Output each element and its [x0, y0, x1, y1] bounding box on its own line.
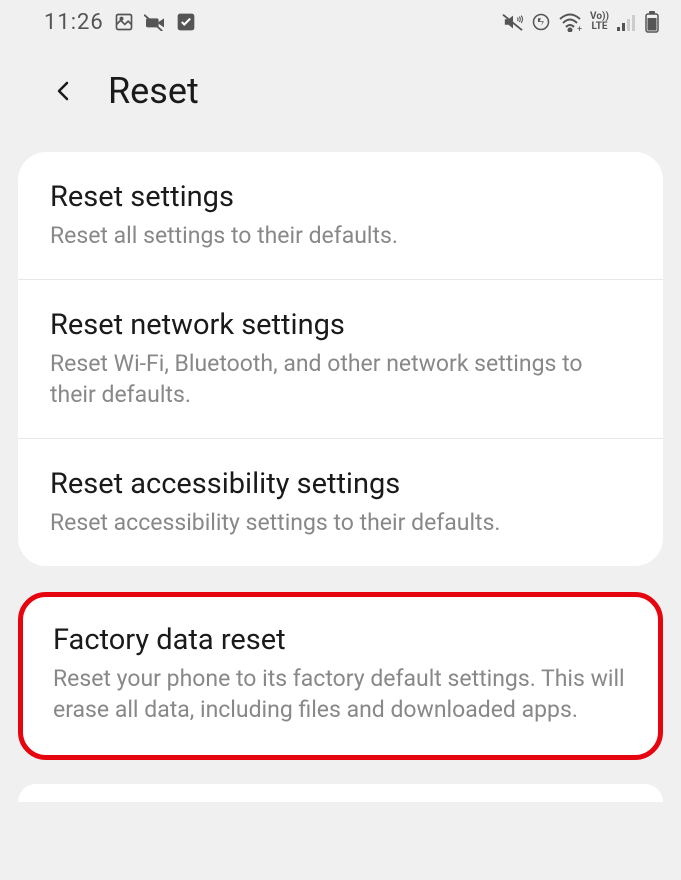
item-desc: Reset accessibility settings to their de…: [50, 507, 631, 538]
factory-data-reset-item[interactable]: Factory data reset Reset your phone to i…: [23, 597, 658, 755]
status-right: + Vo)) LTE: [502, 11, 659, 33]
reset-network-item[interactable]: Reset network settings Reset Wi-Fi, Blue…: [18, 280, 663, 439]
reset-accessibility-item[interactable]: Reset accessibility settings Reset acces…: [18, 439, 663, 566]
factory-reset-card-highlighted: Factory data reset Reset your phone to i…: [18, 592, 663, 760]
item-desc: Reset Wi-Fi, Bluetooth, and other networ…: [50, 348, 631, 410]
page-header: Reset: [0, 40, 681, 152]
volte-indicator: Vo)) LTE: [590, 12, 609, 32]
battery-saver-icon: [532, 13, 550, 31]
battery-icon: [645, 11, 659, 33]
svg-text:+: +: [577, 25, 582, 32]
item-title: Reset accessibility settings: [50, 467, 631, 501]
reset-options-card: Reset settings Reset all settings to the…: [18, 152, 663, 566]
item-desc: Reset your phone to its factory default …: [53, 663, 628, 725]
image-icon: [114, 12, 134, 32]
item-title: Factory data reset: [53, 623, 628, 657]
status-bar: 11:26 + Vo)) LTE: [0, 0, 681, 40]
camera-off-icon: [144, 13, 166, 31]
item-desc: Reset all settings to their defaults.: [50, 220, 631, 251]
status-time: 11:26: [44, 10, 104, 35]
signal-icon: [617, 13, 637, 31]
wifi-icon: +: [558, 12, 582, 32]
item-title: Reset network settings: [50, 308, 631, 342]
mute-vibrate-icon: [502, 12, 524, 32]
next-card-peek: [18, 784, 663, 802]
checkbox-icon: [176, 12, 196, 32]
status-left: 11:26: [44, 10, 196, 35]
reset-settings-item[interactable]: Reset settings Reset all settings to the…: [18, 152, 663, 280]
page-title: Reset: [108, 70, 199, 112]
back-icon[interactable]: [52, 79, 76, 103]
item-title: Reset settings: [50, 180, 631, 214]
